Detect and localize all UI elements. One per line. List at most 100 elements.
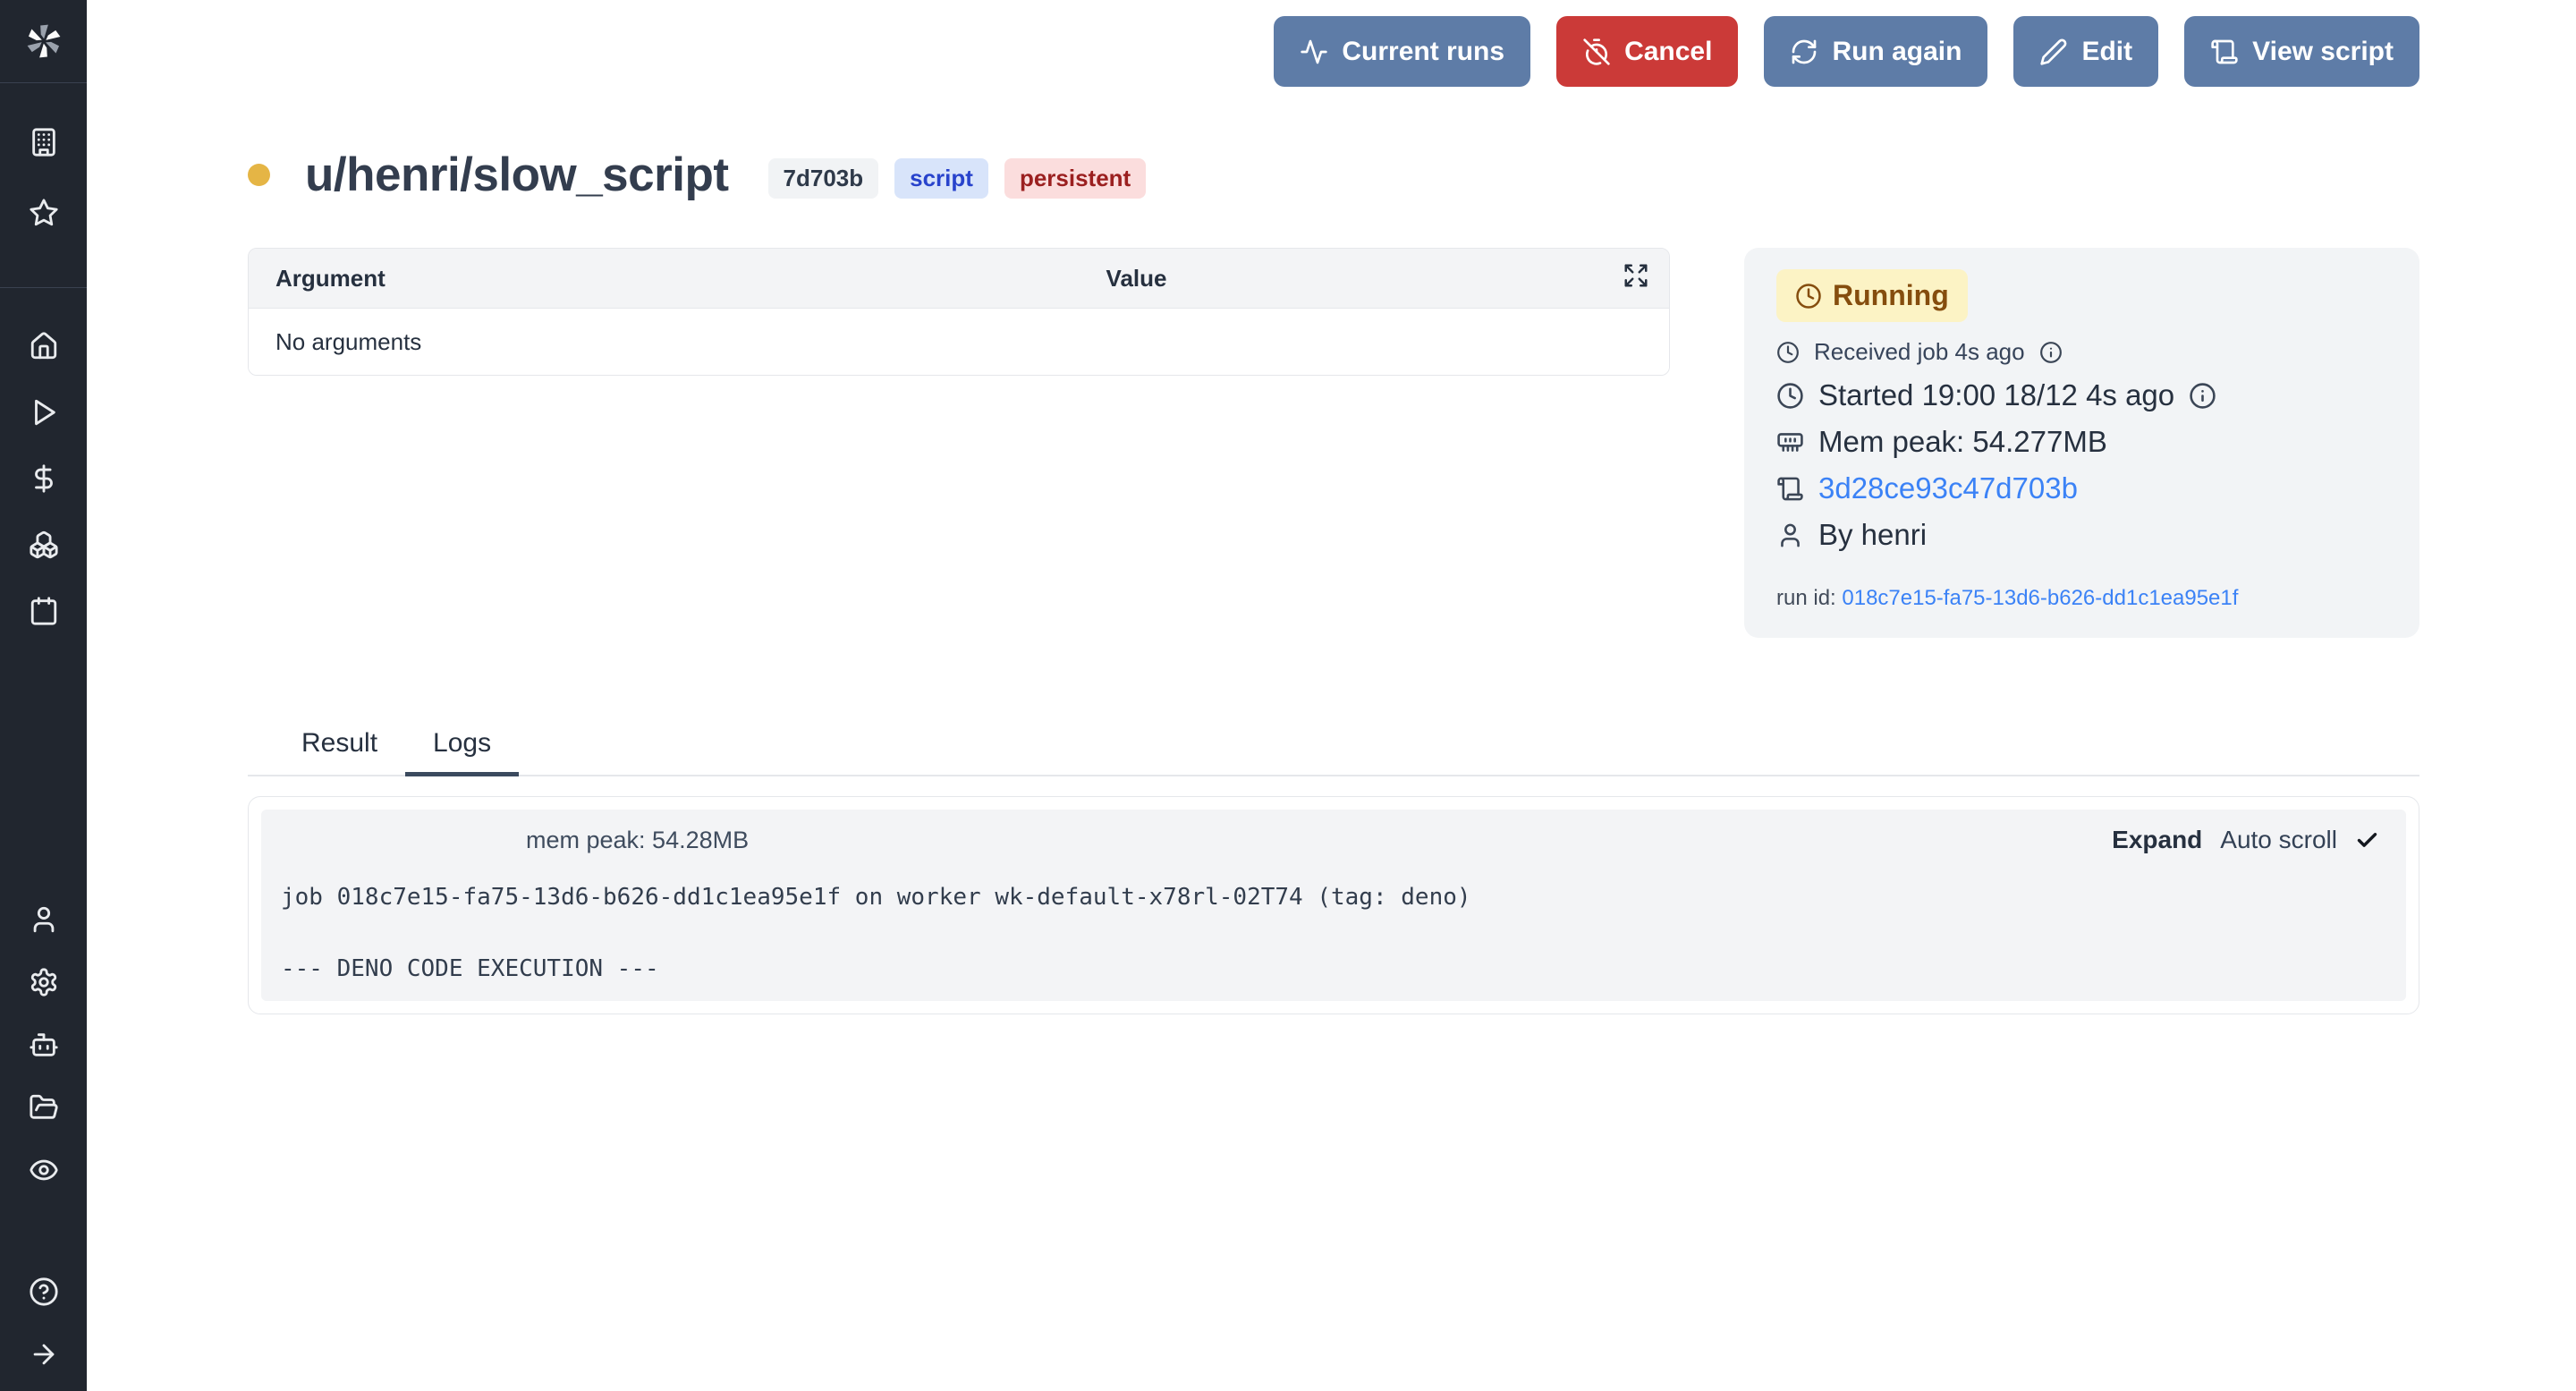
run-again-button[interactable]: Run again [1764, 16, 1987, 87]
activity-icon [1300, 38, 1328, 66]
clock-icon [1776, 341, 1800, 364]
expand-table-button[interactable] [1623, 262, 1649, 292]
sidebar-expand-toggle[interactable] [0, 1323, 87, 1386]
triggered-by-text: By henri [1818, 518, 1927, 552]
tab-logs[interactable]: Logs [405, 728, 519, 776]
main-content: Current runs Cancel Run again Edit View … [87, 0, 2576, 1391]
script-hash-row: 3d28ce93c47d703b [1776, 471, 2387, 505]
expand-icon [1623, 262, 1649, 289]
info-icon[interactable] [2039, 341, 2063, 364]
started-row: Started 19:00 18/12 4s ago [1776, 378, 2387, 412]
action-toolbar: Current runs Cancel Run again Edit View … [248, 16, 2419, 87]
log-mem-peak: mem peak: 54.28MB [526, 827, 749, 854]
folder-open-icon [29, 1092, 59, 1123]
info-icon[interactable] [2189, 382, 2216, 410]
cancel-button[interactable]: Cancel [1556, 16, 1738, 87]
cancel-label: Cancel [1624, 37, 1712, 67]
current-runs-button[interactable]: Current runs [1274, 16, 1530, 87]
scroll-icon [2210, 38, 2239, 66]
play-icon [29, 397, 59, 428]
mem-peak-row: Mem peak: 54.277MB [1776, 425, 2387, 459]
argument-column-header: Argument [249, 265, 604, 293]
sidebar-admin-group [0, 888, 87, 1201]
scroll-icon [1776, 475, 1804, 503]
sidebar-item-help[interactable] [0, 1260, 87, 1323]
received-text: Received job 4s ago [1814, 338, 2025, 366]
auto-scroll-label[interactable]: Auto scroll [2220, 826, 2337, 854]
help-icon [29, 1276, 59, 1307]
arguments-table: Argument Value No arguments [248, 248, 1670, 376]
edit-button[interactable]: Edit [2013, 16, 2158, 87]
running-status-label: Running [1833, 279, 1949, 312]
run-id-row: run id: 018c7e15-fa75-13d6-b626-dd1c1ea9… [1776, 586, 2387, 611]
title-row: u/henri/slow_script 7d703b script persis… [248, 148, 2419, 202]
job-status-panel: Running Received job 4s ago Started 19:0… [1744, 248, 2419, 638]
started-text: Started 19:00 18/12 4s ago [1818, 378, 2174, 412]
sidebar-item-schedules[interactable] [0, 578, 87, 644]
building-icon [29, 127, 59, 157]
sidebar-workspace-group [0, 83, 87, 288]
run-again-label: Run again [1832, 37, 1962, 67]
home-icon [29, 331, 59, 361]
persistent-badge: persistent [1004, 158, 1146, 199]
log-content: job 018c7e15-fa75-13d6-b626-dd1c1ea95e1f… [261, 854, 2406, 1001]
gear-icon [29, 967, 59, 997]
windmill-logo[interactable] [0, 0, 87, 83]
sidebar-item-favorites[interactable] [0, 177, 87, 248]
check-icon [2355, 828, 2379, 852]
sidebar [0, 0, 87, 1391]
refresh-icon [1790, 38, 1818, 66]
log-header: mem peak: 54.28MB Expand Auto scroll [261, 810, 2406, 854]
log-viewer: mem peak: 54.28MB Expand Auto scroll job… [261, 810, 2406, 1001]
received-row: Received job 4s ago [1776, 338, 2387, 366]
script-hash-link[interactable]: 3d28ce93c47d703b [1818, 471, 2078, 505]
sidebar-item-workers[interactable] [0, 1014, 87, 1076]
mem-peak-text: Mem peak: 54.277MB [1818, 425, 2107, 459]
log-expand-button[interactable]: Expand [2112, 826, 2202, 854]
value-column-header: Value [604, 265, 1669, 293]
result-logs-tabs: Result Logs [248, 728, 2419, 776]
current-runs-label: Current runs [1342, 37, 1504, 67]
view-script-label: View script [2252, 37, 2394, 67]
run-id-label: run id: [1776, 586, 1836, 610]
edit-label: Edit [2081, 37, 2132, 67]
clock-icon [1776, 382, 1804, 410]
sidebar-item-workspace[interactable] [0, 106, 87, 177]
triggered-by-row: By henri [1776, 518, 2387, 552]
sidebar-item-users[interactable] [0, 888, 87, 951]
star-icon [29, 198, 59, 228]
sidebar-item-audit-logs[interactable] [0, 1139, 87, 1201]
no-arguments-text: No arguments [275, 328, 421, 356]
dollar-icon [29, 463, 59, 494]
log-viewer-card: mem peak: 54.28MB Expand Auto scroll job… [248, 796, 2419, 1014]
tab-result[interactable]: Result [274, 728, 405, 776]
page-title: u/henri/slow_script [305, 148, 729, 202]
sidebar-item-home[interactable] [0, 313, 87, 379]
hash-badge: 7d703b [768, 158, 879, 199]
kind-badge: script [894, 158, 988, 199]
arrow-right-icon [29, 1339, 59, 1370]
run-id-link[interactable]: 018c7e15-fa75-13d6-b626-dd1c1ea95e1f [1842, 586, 2238, 610]
sidebar-item-runs[interactable] [0, 379, 87, 445]
timer-off-icon [1582, 38, 1611, 66]
view-script-button[interactable]: View script [2184, 16, 2419, 87]
sidebar-item-settings[interactable] [0, 951, 87, 1014]
sidebar-nav-group [0, 288, 87, 644]
log-controls: Expand Auto scroll [2112, 826, 2379, 854]
arguments-table-header: Argument Value [249, 249, 1669, 308]
auto-scroll-checkbox[interactable] [2355, 828, 2379, 852]
title-badges: 7d703b script persistent [768, 158, 1147, 199]
clock-icon [1795, 283, 1822, 310]
pencil-icon [2039, 38, 2068, 66]
sidebar-item-folders[interactable] [0, 1076, 87, 1139]
memory-icon [1776, 428, 1804, 456]
robot-icon [29, 1030, 59, 1060]
calendar-icon [29, 596, 59, 626]
sidebar-item-resources[interactable] [0, 512, 87, 578]
status-dot [248, 164, 270, 186]
user-icon [29, 904, 59, 935]
windmill-logo-icon [23, 21, 64, 62]
sidebar-item-variables[interactable] [0, 445, 87, 512]
sidebar-bottom-group [0, 1260, 87, 1391]
table-row: No arguments [249, 308, 1669, 375]
